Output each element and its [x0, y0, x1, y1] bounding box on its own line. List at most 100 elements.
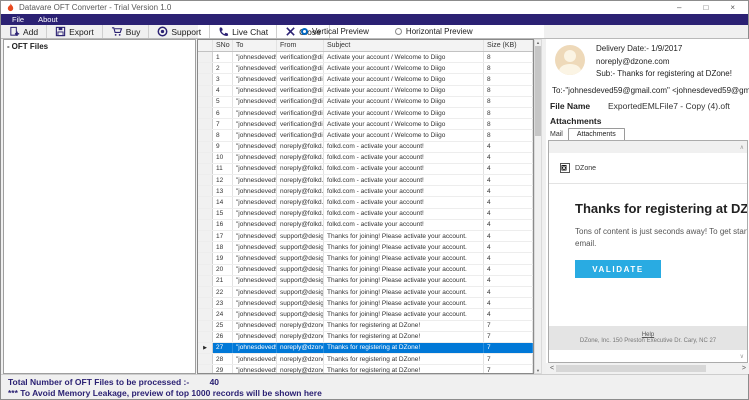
cell-subject: Thanks for joining! Please activate your… [324, 286, 484, 298]
table-row[interactable]: 8"johnesdeved59...verification@diig...Ac… [198, 130, 533, 142]
preview-bottom-strip: ∨ [549, 350, 747, 362]
cell-marker [198, 253, 213, 264]
menu-file[interactable]: File [12, 15, 24, 24]
table-row[interactable]: 25"johnesdeved59...noreply@dzone...Thank… [198, 320, 533, 332]
header-from[interactable]: From [277, 40, 324, 51]
cell-marker [198, 242, 213, 253]
live-chat-button[interactable]: Live Chat [210, 25, 278, 38]
tab-mail[interactable]: Mail [547, 131, 568, 140]
table-row[interactable]: 2"johnesdeved59...verification@diig...Ac… [198, 63, 533, 75]
support-button[interactable]: Support [149, 25, 211, 38]
export-button-label: Export [69, 26, 94, 37]
table-row[interactable]: 4"johnesdeved59...verification@diig...Ac… [198, 85, 533, 97]
cell-subject: Thanks for joining! Please activate your… [324, 253, 484, 264]
table-row[interactable]: 24"johnesdeved59...support@designfl...Th… [198, 309, 533, 321]
cell-subject: folkd.com - activate your account! [324, 208, 484, 219]
vertical-preview-radio[interactable]: Vertical Preview [301, 27, 369, 36]
cell-subject: Activate your account / Welcome to Diigo [324, 130, 484, 141]
table-row[interactable]: 11"johnesdeved59...noreply@folkd.comfolk… [198, 163, 533, 176]
cell-no: 6 [213, 107, 233, 119]
table-row[interactable]: 15"johnesdeved59...noreply@folkd.comfolk… [198, 208, 533, 220]
table-row[interactable]: 16"johnesdeved59...noreply@folkd.comfolk… [198, 219, 533, 231]
table-row[interactable]: 20"johnesdeved59...support@designfl...Th… [198, 264, 533, 276]
table-row[interactable]: ▶27"johnesdeved59...noreply@dzone...Than… [198, 342, 533, 355]
table-row[interactable]: 23"johnesdeved59...support@designfl...Th… [198, 298, 533, 310]
cell-to: "johnesdeved59... [233, 186, 277, 197]
cell-size: 8 [484, 85, 533, 96]
cell-from: noreply@dzone... [277, 354, 324, 365]
tab-attachments[interactable]: Attachments [567, 128, 625, 140]
table-row[interactable]: 3"johnesdeved59...verification@diig...Ac… [198, 74, 533, 86]
table-row[interactable]: 17"johnesdeved59...support@designfl...Th… [198, 231, 533, 243]
cell-from: verification@diig... [277, 63, 324, 74]
table-row[interactable]: 28"johnesdeved59...noreply@dzone...Thank… [198, 354, 533, 366]
cell-from: noreply@dzone... [277, 320, 324, 331]
cell-from: support@designfl... [277, 253, 324, 264]
cell-size: 4 [484, 275, 533, 286]
table-row[interactable]: 7"johnesdeved59...verification@diig...Ac… [198, 119, 533, 131]
header-subject[interactable]: Subject [324, 40, 484, 51]
cell-size: 7 [484, 365, 533, 373]
cell-size: 7 [484, 320, 533, 331]
table-row[interactable]: 18"johnesdeved59...support@designfl...Th… [198, 242, 533, 254]
live-chat-icon [219, 27, 229, 36]
tree-collapse-icon[interactable]: - [7, 42, 10, 51]
preview-top-strip: ∧ [549, 141, 747, 153]
scrollbar-thumb[interactable] [535, 46, 541, 136]
cell-no: 12 [213, 175, 233, 186]
cell-from: noreply@dzone... [277, 331, 324, 342]
cell-marker [198, 231, 213, 242]
scroll-right-icon[interactable]: > [742, 365, 746, 372]
header-sno[interactable]: SNo [213, 40, 233, 51]
mail-header: Delivery Date:- 1/9/2017 noreply@dzone.c… [546, 39, 749, 83]
cell-marker: ▶ [198, 342, 213, 354]
table-row[interactable]: 19"johnesdeved59...support@designfl...Th… [198, 253, 533, 265]
preview-horizontal-scrollbar[interactable]: < > [546, 363, 749, 374]
cell-no: 15 [213, 208, 233, 219]
table-row[interactable]: 10"johnesdeved59...noreply@folkd.comfolk… [198, 152, 533, 164]
header-to[interactable]: To [233, 40, 277, 51]
attachment-item[interactable]: DZone [549, 153, 747, 184]
table-row[interactable]: 1"johnesdeved59...verification@diig...Ac… [198, 52, 533, 64]
close-window-icon[interactable]: × [730, 3, 735, 12]
chevron-down-icon[interactable]: ∨ [740, 353, 744, 360]
tree-root-oft-files[interactable]: - OFT Files [4, 40, 195, 53]
header-size[interactable]: Size (KB) [484, 40, 533, 51]
cell-marker [198, 298, 213, 309]
scroll-left-icon[interactable]: < [550, 365, 554, 372]
app-window: Datavare OFT Converter - Trial Version 1… [0, 0, 749, 400]
table-row[interactable]: 12"johnesdeved59...noreply@folkd.comfolk… [198, 175, 533, 187]
export-button[interactable]: Export [47, 25, 103, 38]
scroll-up-icon[interactable]: ▲ [536, 40, 540, 45]
cell-no: 18 [213, 242, 233, 253]
table-row[interactable]: 26"johnesdeved59...noreply@dzone...Thank… [198, 331, 533, 343]
buy-button[interactable]: Buy [103, 25, 150, 38]
cell-to: "johnesdeved59... [233, 152, 277, 163]
menu-about[interactable]: About [38, 15, 58, 24]
chevron-up-icon[interactable]: ∧ [740, 144, 744, 151]
table-row[interactable]: 22"johnesdeved59...support@designfl...Th… [198, 286, 533, 299]
cell-no: 21 [213, 275, 233, 286]
cell-to: "johnesdeved59... [233, 242, 277, 253]
table-row[interactable]: 13"johnesdeved59...noreply@folkd.comfolk… [198, 186, 533, 198]
cell-no: 7 [213, 119, 233, 130]
table-row[interactable]: 14"johnesdeved59...noreply@folkd.comfolk… [198, 197, 533, 209]
table-row[interactable]: 29"johnesdeved59...noreply@dzone...Thank… [198, 365, 533, 373]
horizontal-preview-radio[interactable]: Horizontal Preview [394, 27, 473, 36]
minimize-icon[interactable]: – [677, 3, 681, 12]
table-row[interactable]: 6"johnesdeved59...verification@diig...Ac… [198, 107, 533, 120]
validate-button[interactable]: VALIDATE [575, 260, 661, 279]
scroll-down-icon[interactable]: ▼ [536, 368, 540, 373]
table-row[interactable]: 5"johnesdeved59...verification@diig...Ac… [198, 96, 533, 108]
table-row[interactable]: 9"johnesdeved59...noreply@folkd.comfolkd… [198, 141, 533, 153]
table-vertical-scrollbar[interactable]: ▲ ▼ [534, 39, 542, 374]
hscrollbar-thumb[interactable] [556, 365, 707, 372]
cell-to: "johnesdeved59... [233, 331, 277, 342]
cell-size: 8 [484, 119, 533, 130]
sender-address: noreply@dzone.com [596, 56, 670, 66]
cell-no: 9 [213, 141, 233, 152]
maximize-icon[interactable]: □ [703, 3, 708, 12]
table-row[interactable]: 21"johnesdeved59...support@designfl...Th… [198, 275, 533, 287]
add-button[interactable]: Add [1, 25, 48, 38]
cell-from: noreply@folkd.com [277, 197, 324, 208]
